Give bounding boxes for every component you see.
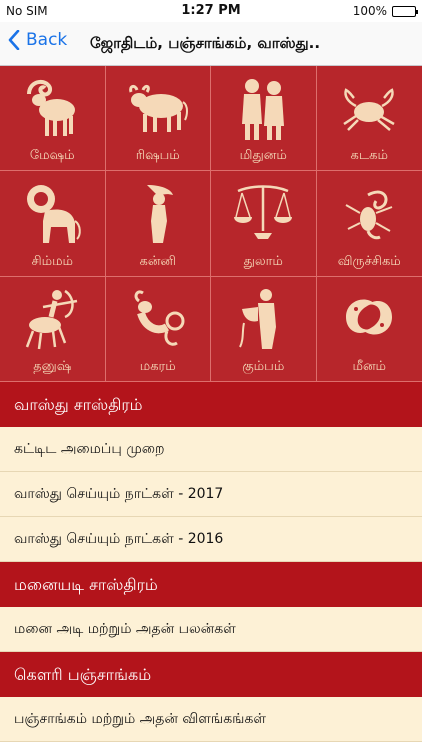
battery-percent: 100%	[352, 4, 387, 18]
navigation-bar: Back ஜோதிடம், பஞ்சாங்கம், வாஸ்து..	[0, 22, 422, 66]
zodiac-tile-aries[interactable]: மேஷம்	[0, 66, 106, 172]
zodiac-tile-scorpio[interactable]: விருச்சிகம்	[316, 171, 422, 277]
zodiac-label: தனுஷ்	[33, 359, 72, 374]
scales-icon	[234, 185, 293, 240]
zodiac-tile-libra[interactable]: துலாம்	[211, 171, 317, 277]
zodiac-label: மகரம்	[139, 359, 176, 374]
lion-icon	[27, 185, 81, 244]
list-item[interactable]: மனை அடி மற்றும் அதன் பலன்கள்	[0, 607, 422, 652]
zodiac-label: விருச்சிகம்	[337, 253, 401, 269]
zodiac-label: மிதுனம்	[239, 148, 287, 164]
list-item[interactable]: வாஸ்து செய்யும் நாட்கள் - 2017	[0, 472, 422, 517]
section-header-manaiyadi: மனையடி சாஸ்திரம்	[0, 562, 422, 607]
zodiac-tile-virgo[interactable]: கன்னி	[105, 171, 211, 277]
virgin-icon	[146, 185, 173, 244]
zodiac-label: சிம்மம்	[31, 253, 74, 269]
zodiac-tile-sagittarius[interactable]: தனுஷ்	[0, 276, 106, 382]
zodiac-label: கும்பம்	[242, 359, 285, 374]
fish-icon	[346, 299, 393, 335]
zodiac-tile-capricorn[interactable]: மகரம்	[105, 276, 211, 382]
back-label: Back	[26, 30, 68, 50]
bull-icon	[128, 84, 188, 132]
crab-icon	[343, 88, 395, 131]
page-title: ஜோதிடம், பஞ்சாங்கம், வாஸ்து..	[90, 34, 321, 52]
zodiac-label: ரிஷபம்	[135, 148, 180, 164]
zodiac-tile-taurus[interactable]: ரிஷபம்	[105, 66, 211, 172]
goat-fish-icon	[134, 290, 185, 346]
zodiac-tile-aquarius[interactable]: கும்பம்	[211, 276, 317, 382]
list-item[interactable]: கட்டிட அமைப்பு முறை	[0, 427, 422, 472]
list-item[interactable]: பஞ்சாங்கம் மற்றும் அதன் விளங்கங்கள்	[0, 697, 422, 742]
zodiac-tile-pisces[interactable]: மீனம்	[316, 277, 422, 382]
scorpion-icon	[345, 190, 393, 240]
zodiac-label: மேஷம்	[29, 148, 75, 164]
water-bearer-icon	[239, 288, 277, 349]
chevron-left-icon	[8, 30, 20, 50]
zodiac-grid: மேஷம் ரிஷபம் மிதுனம் கடகம் சிம்மம் கன்னி…	[0, 66, 422, 382]
back-button[interactable]: Back	[8, 30, 67, 50]
status-bar: No SIM 1:27 PM 100%	[0, 0, 422, 22]
zodiac-tile-leo[interactable]: சிம்மம்	[0, 171, 106, 277]
zodiac-label: மீனம்	[352, 359, 387, 374]
zodiac-label: கடகம்	[350, 148, 388, 164]
zodiac-tile-gemini[interactable]: மிதுனம்	[211, 66, 317, 172]
battery-indicator: 100%	[352, 4, 418, 18]
content-list: வாஸ்து சாஸ்திரம் கட்டிட அமைப்பு முறை வாஸ…	[0, 382, 422, 742]
battery-icon	[392, 5, 418, 17]
twins-icon	[242, 79, 285, 140]
zodiac-label: கன்னி	[139, 253, 176, 269]
section-header-gowri: கௌரி பஞ்சாங்கம்	[0, 652, 422, 697]
section-header-vastu: வாஸ்து சாஸ்திரம்	[0, 382, 422, 427]
archer-icon	[26, 289, 78, 349]
ram-icon	[27, 79, 76, 136]
list-item[interactable]: வாஸ்து செய்யும் நாட்கள் - 2016	[0, 517, 422, 562]
zodiac-label: துலாம்	[243, 253, 283, 269]
zodiac-tile-cancer[interactable]: கடகம்	[316, 66, 422, 172]
